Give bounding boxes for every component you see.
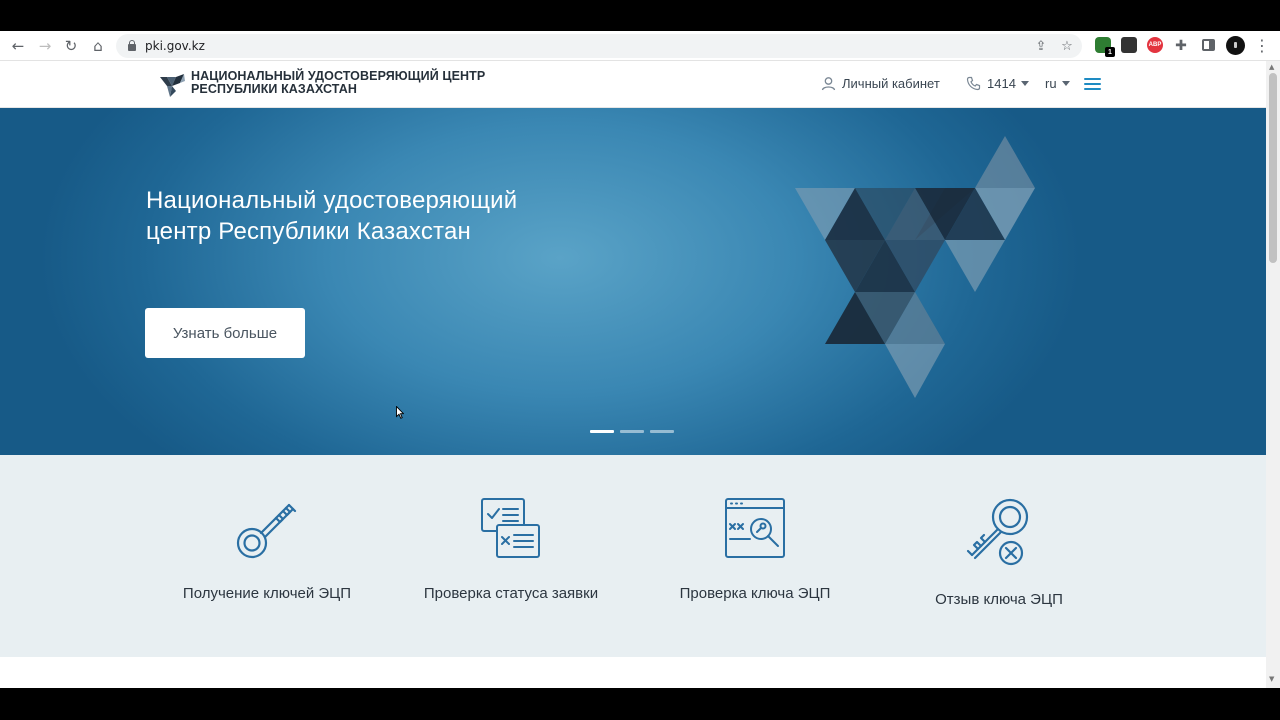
site-header: НАЦИОНАЛЬНЫЙ УДОСТОВЕРЯЮЩИЙ ЦЕНТР РЕСПУБ… [0, 61, 1266, 108]
hero-title-line-2: центр Республики Казахстан [146, 218, 471, 245]
hero-banner: Национальный удостоверяющий центр Респуб… [0, 108, 1266, 455]
lock-icon[interactable] [128, 40, 136, 51]
service-get-keys-label: Получение ключей ЭЦП [182, 585, 352, 602]
extension-green-icon[interactable]: 1 [1095, 37, 1115, 57]
chevron-down-icon [1020, 81, 1029, 86]
key-revoke-icon [966, 498, 1029, 566]
back-arrow-icon[interactable]: ← [8, 36, 28, 56]
browser-menu-icon[interactable]: ⋮ [1254, 36, 1270, 56]
screen-top-border [0, 0, 1280, 31]
triangles-logo-illustration [795, 136, 1035, 398]
carousel-dot-2[interactable] [620, 430, 644, 433]
forward-arrow-icon[interactable]: → [35, 36, 55, 56]
brand-name[interactable]: НАЦИОНАЛЬНЫЙ УДОСТОВЕРЯЮЩИЙ ЦЕНТР РЕСПУБ… [191, 70, 485, 96]
home-icon[interactable]: ⌂ [88, 36, 108, 56]
reload-icon[interactable]: ↻ [61, 36, 81, 56]
logo-icon[interactable] [158, 71, 186, 99]
scroll-up-icon[interactable]: ▲ [1269, 63, 1274, 71]
service-revoke-key[interactable]: Отзыв ключа ЭЦП [879, 497, 1119, 608]
phone-dropdown[interactable]: 1414 [966, 76, 1029, 91]
language-label: ru [1045, 76, 1057, 91]
page-viewport: НАЦИОНАЛЬНЫЙ УДОСТОВЕРЯЮЩИЙ ЦЕНТР РЕСПУБ… [0, 61, 1280, 688]
hero-title-line-1: Национальный удостоверяющий [146, 187, 518, 214]
extensions-puzzle-icon[interactable]: ✚ [1173, 37, 1189, 53]
share-icon[interactable]: ⇪ [1032, 37, 1050, 55]
adblock-icon[interactable]: ABP [1147, 37, 1163, 53]
hero-title: Национальный удостоверяющий центр Респуб… [146, 185, 517, 247]
learn-more-button[interactable]: Узнать больше [145, 308, 305, 358]
profile-avatar[interactable] [1226, 36, 1245, 55]
browser-toolbar: ← → ↻ ⌂ pki.gov.kz ⇪ ☆ 1 ABP ✚ ⋮ [0, 31, 1280, 61]
personal-cabinet-link[interactable]: Личный кабинет [821, 76, 940, 91]
user-icon [821, 77, 836, 91]
documents-check-icon [481, 498, 540, 558]
phone-label: 1414 [987, 76, 1016, 91]
screen-bottom-border [0, 688, 1280, 720]
carousel-indicators [590, 430, 674, 433]
language-dropdown[interactable]: ru [1045, 76, 1070, 91]
side-panel-icon[interactable] [1202, 39, 1215, 51]
bookmark-star-icon[interactable]: ☆ [1058, 37, 1076, 55]
service-check-status-label: Проверка статуса заявки [423, 585, 599, 602]
page-scrollbar[interactable]: ▲ ▼ [1266, 61, 1280, 688]
extension-dark-icon[interactable] [1121, 37, 1137, 53]
next-section [0, 657, 1266, 688]
service-check-status[interactable]: Проверка статуса заявки [391, 497, 631, 602]
chevron-down-icon [1061, 81, 1070, 86]
carousel-dot-1[interactable] [590, 430, 614, 433]
service-check-key[interactable]: Проверка ключа ЭЦП [635, 497, 875, 602]
service-get-keys[interactable]: Получение ключей ЭЦП [147, 497, 387, 602]
extension-badge: 1 [1105, 47, 1115, 57]
service-check-key-label: Проверка ключа ЭЦП [679, 585, 831, 602]
scrollbar-thumb[interactable] [1269, 73, 1277, 263]
key-icon [236, 503, 297, 559]
adblock-label: ABP [1148, 42, 1162, 48]
phone-icon [966, 76, 981, 91]
scroll-down-icon[interactable]: ▼ [1269, 675, 1274, 683]
personal-cabinet-label: Личный кабинет [842, 76, 940, 91]
url-text[interactable]: pki.gov.kz [145, 39, 205, 53]
carousel-dot-3[interactable] [650, 430, 674, 433]
service-revoke-key-label: Отзыв ключа ЭЦП [935, 591, 1063, 608]
hamburger-menu-icon[interactable] [1084, 78, 1101, 90]
mouse-cursor-icon [396, 406, 404, 419]
brand-line-2: РЕСПУБЛИКИ КАЗАХСТАН [191, 82, 357, 96]
key-search-icon [725, 498, 785, 558]
address-bar[interactable]: pki.gov.kz ⇪ ☆ [116, 34, 1082, 58]
services-section: Получение ключей ЭЦП Проверка статуса за… [0, 455, 1266, 657]
